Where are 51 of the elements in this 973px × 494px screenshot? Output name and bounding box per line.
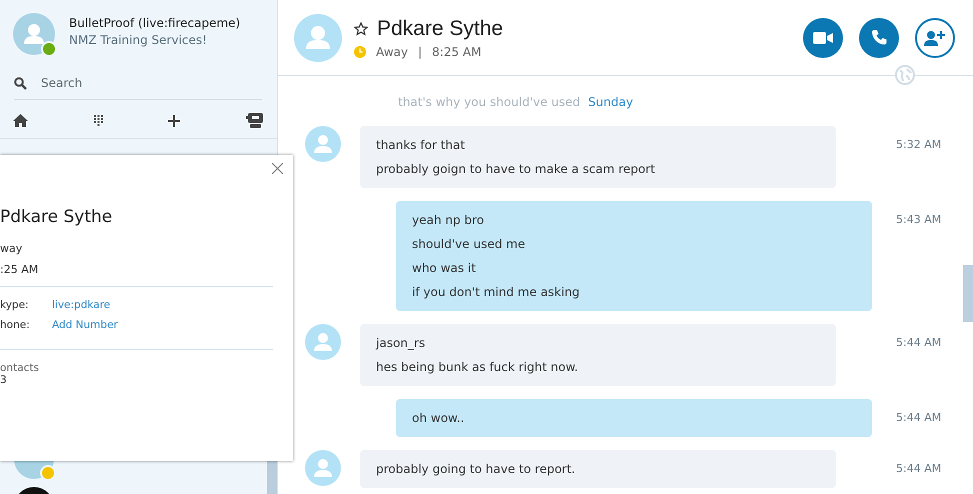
home-icon[interactable] (13, 114, 28, 127)
search-field[interactable]: Search (39, 75, 243, 91)
profile-name: Pdkare Sythe (0, 207, 114, 227)
video-camera-icon (813, 32, 833, 44)
plus-icon[interactable] (168, 114, 180, 126)
call-button[interactable] (859, 18, 899, 58)
message-text: should've used me (412, 236, 526, 253)
contact-avatar (305, 126, 341, 162)
message-text: that's why you should've used (398, 95, 580, 109)
star-icon[interactable] (354, 22, 368, 36)
contact-name: Pdkare Sythe (377, 16, 504, 40)
message-text: probably goign to have to make a scam report (376, 161, 656, 178)
dialpad-icon[interactable] (94, 115, 103, 126)
message-text: jason_rs (376, 335, 426, 352)
field-link[interactable]: Add Number (52, 319, 118, 331)
profile-status: way (0, 242, 24, 255)
bot-icon[interactable] (246, 113, 263, 128)
message-text: probably going to have to report. (376, 461, 576, 478)
search-icon (14, 76, 27, 90)
local-time: 8:25 AM (432, 44, 482, 58)
scrollbar[interactable] (963, 265, 973, 322)
message-text: oh wow.. (412, 410, 466, 427)
status-text: Away (376, 44, 408, 58)
phone-icon (870, 29, 888, 46)
contact-avatar (294, 14, 342, 62)
message-text: who was it (412, 260, 477, 277)
close-icon[interactable] (272, 163, 283, 174)
message-time: 5:32 AM (896, 138, 942, 151)
video-call-button[interactable] (803, 18, 843, 58)
message-time: 5:44 AM (896, 336, 942, 349)
contact-avatar (305, 324, 341, 360)
message-time: 5:44 AM (896, 462, 942, 475)
add-contact-button[interactable] (915, 18, 955, 58)
profile-time: :25 AM (0, 263, 40, 276)
user-avatar[interactable] (13, 13, 55, 55)
message-text: thanks for that (376, 137, 466, 154)
contacts-label: ontacts (0, 362, 40, 374)
separator: | (418, 44, 422, 58)
mood-message: NMZ Training Services! (69, 32, 208, 46)
field-link[interactable]: live:pdkare (52, 299, 110, 311)
field-label: kype: (0, 299, 30, 311)
message-text: yeah np bro (412, 212, 485, 229)
field-label: hone: (0, 319, 31, 331)
message-text: hes being bunk as fuck right now. (376, 359, 580, 376)
add-person-icon (924, 30, 946, 46)
account-name: BulletProof (live:firecapeme) (69, 16, 240, 30)
message-time: 5:44 AM (896, 411, 942, 424)
contact-avatar (305, 450, 341, 486)
message-time: 5:43 AM (896, 213, 942, 226)
message-text: if you don't mind me asking (412, 284, 581, 301)
contacts-count: 3 (0, 374, 8, 386)
